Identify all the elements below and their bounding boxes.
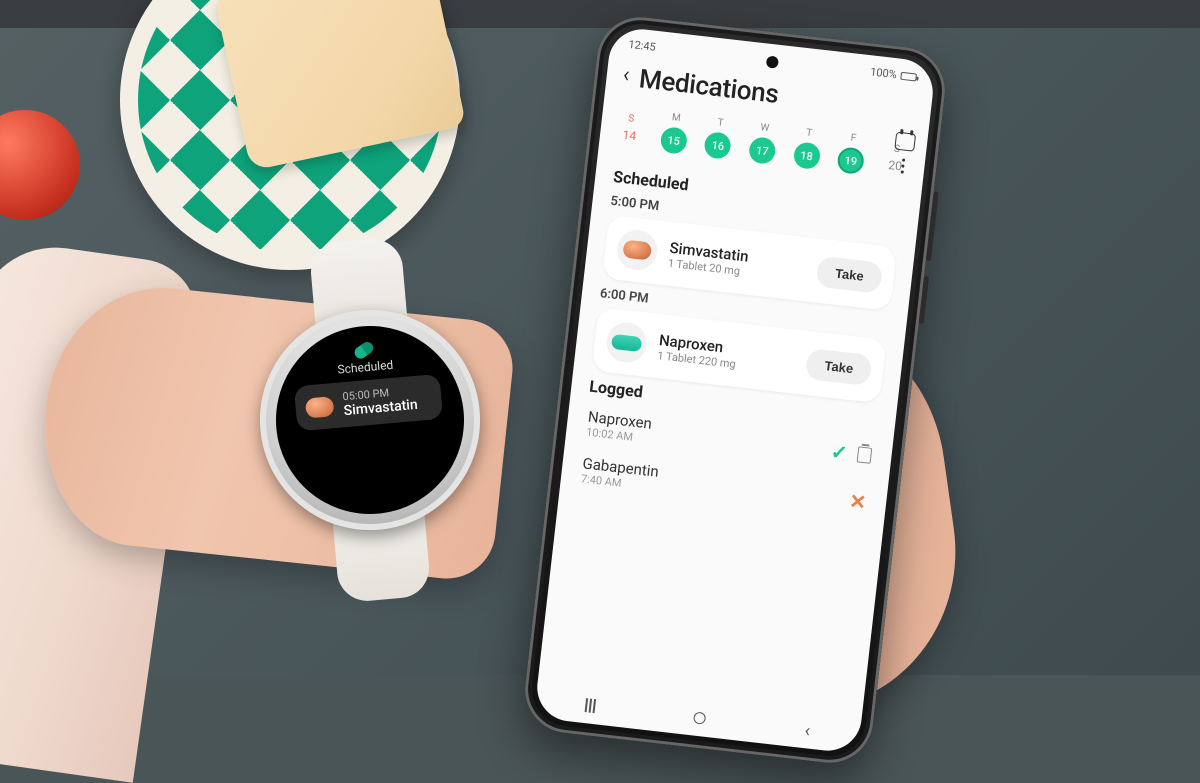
android-nav-bar: ‹ [534,682,862,755]
pill-teal-icon [605,320,649,364]
recents-button[interactable] [584,698,596,713]
more-menu-icon[interactable] [900,158,905,173]
pill-icon [352,340,375,361]
watch-face[interactable]: Scheduled 05:00 PM Simvastatin [268,318,472,522]
pill-orange-icon [305,396,335,418]
check-icon: ✓ [830,439,849,465]
tomato [0,110,80,220]
status-time: 12:45 [628,38,657,54]
phone-screen: 12:45 100% ‹ Medications S 14 M 15 T 16 [534,26,937,754]
content-area: Scheduled 5:00 PM Simvastatin 1 Tablet 2… [559,165,920,528]
pill-orange-icon [615,228,659,272]
x-icon: ✕ [848,488,867,514]
back-button[interactable]: ‹ [621,64,631,93]
smartwatch: Scheduled 05:00 PM Simvastatin [251,301,489,539]
day-tuesday[interactable]: T 16 [695,115,742,161]
home-button[interactable] [693,711,706,724]
battery-text: 100% [870,65,898,81]
back-nav-button[interactable]: ‹ [804,720,812,741]
watch-case: Scheduled 05:00 PM Simvastatin [251,301,489,539]
take-button[interactable]: Take [805,348,873,386]
trash-icon[interactable] [857,446,873,463]
battery-icon [900,71,917,81]
watch-med-card[interactable]: 05:00 PM Simvastatin [293,374,443,432]
watch-heading: Scheduled [337,358,394,377]
day-sunday[interactable]: S 14 [607,111,653,145]
day-monday[interactable]: M 15 [651,110,698,156]
day-thursday[interactable]: T 18 [784,125,831,171]
take-button[interactable]: Take [816,255,884,293]
day-friday[interactable]: F 19 [828,130,875,176]
day-wednesday[interactable]: W 17 [740,120,787,166]
calendar-icon[interactable] [894,132,916,152]
